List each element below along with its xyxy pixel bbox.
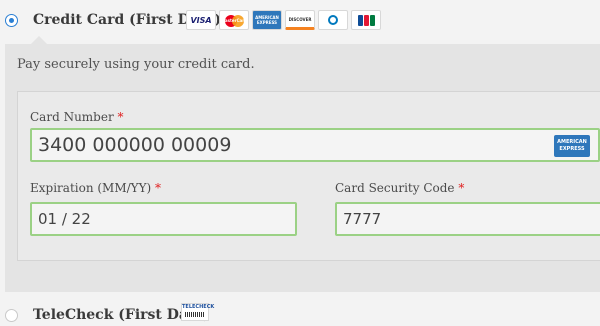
payment-method-telecheck[interactable]: TeleCheck (First Data) TELECHECK [0,296,600,326]
credit-card-radio[interactable] [5,14,18,27]
card-number-input[interactable]: 3400 000000 00009 AMERICAN EXPRESS [30,128,600,162]
panel-pointer [31,36,47,44]
discover-logo-icon: DISCOVER [285,10,315,30]
credit-card-panel: Pay securely using your credit card. Car… [5,44,600,292]
diners-club-logo-icon [318,10,348,30]
payment-method-credit-card[interactable]: Credit Card (First Data) VISA MasterCard… [0,0,600,40]
expiration-value: 01 / 22 [38,210,91,228]
expiration-input[interactable]: 01 / 22 [30,202,297,236]
credit-card-form: Card Number * 3400 000000 00009 AMERICAN… [17,91,600,261]
required-marker: * [458,181,465,195]
telecheck-logo-icon: TELECHECK [181,303,214,321]
expiration-label: Expiration (MM/YY) * [30,181,162,195]
mastercard-logo-icon: MasterCard [219,10,249,30]
jcb-logo-icon [351,10,381,30]
telecheck-radio[interactable] [5,309,18,322]
pay-securely-text: Pay securely using your credit card. [17,57,255,72]
security-code-label: Card Security Code * [335,181,465,195]
card-number-label: Card Number * [30,110,124,124]
card-logos: VISA MasterCard AMERICAN EXPRESS DISCOVE… [186,10,381,30]
amex-logo-icon: AMERICAN EXPRESS [252,10,282,30]
security-code-value: 7777 [343,210,382,228]
amex-icon: AMERICAN EXPRESS [554,135,590,157]
card-number-value: 3400 000000 00009 [38,134,232,156]
required-marker: * [155,181,162,195]
required-marker: * [117,110,124,124]
visa-logo-icon: VISA [186,10,216,30]
security-code-input[interactable]: 7777 [335,202,600,236]
